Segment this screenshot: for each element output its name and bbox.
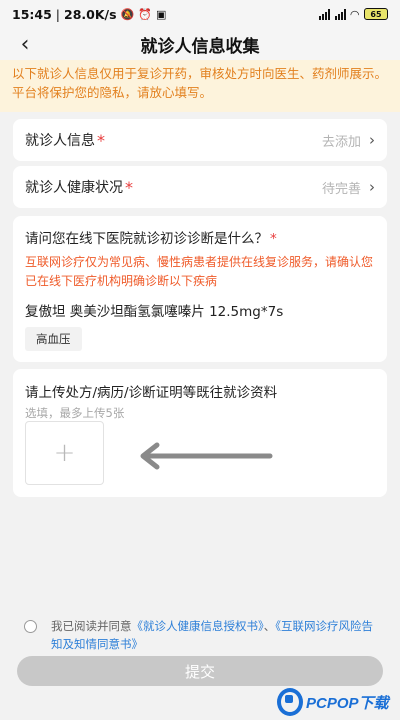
chevron-right-icon: › <box>369 131 375 149</box>
required-mark: * <box>125 177 133 197</box>
health-status-label: 就诊人健康状况 <box>25 180 123 196</box>
alarm-icon: ⏰ <box>138 7 152 21</box>
chevron-right-icon: › <box>369 178 375 196</box>
agreement-prefix: 我已阅读并同意 <box>51 619 132 633</box>
arrow-left-icon <box>140 442 273 470</box>
status-bar: 15:45 | 28.0K/s 🔕 ⏰ ▣ ◠ 65 <box>0 0 400 28</box>
agreement-text: 我已阅读并同意《就诊人健康信息授权书》、《互联网诊疗风险告知及知情同意书》 <box>51 617 384 653</box>
battery-icon: 65 <box>364 8 388 20</box>
diagnosis-question: 请问您在线下医院就诊初诊诊断是什么？ * <box>13 216 387 247</box>
health-status-value: 待完善 <box>321 181 361 197</box>
status-right: ◠ 65 <box>318 7 388 21</box>
privacy-notice: 以下就诊人信息仅用于复诊开药，审核处方时向医生、药剂师展示。平台将保护您的隐私，… <box>0 60 400 112</box>
submit-button[interactable]: 提交 <box>17 656 383 686</box>
patient-info-label: 就诊人信息 <box>25 133 95 149</box>
app-notification-icon: ▣ <box>155 7 167 21</box>
nav-bar: ‹ 就诊人信息收集 <box>0 28 400 60</box>
patient-info-row[interactable]: 就诊人信息 * 去添加 › <box>13 119 387 161</box>
drug-name: 复傲坦 奥美沙坦酯氢氯噻嗪片 12.5mg*7s <box>25 304 284 320</box>
wifi-icon: ◠ <box>350 7 359 21</box>
add-photo-button[interactable]: + <box>25 421 104 485</box>
upload-hint: 选填，最多上传5张 <box>25 406 125 420</box>
agreement-separator: 、 <box>263 619 276 633</box>
agree-checkbox[interactable] <box>24 620 37 633</box>
mute-icon: 🔕 <box>120 7 135 21</box>
patient-info-value: 去添加 <box>321 134 361 150</box>
required-mark: * <box>97 130 105 150</box>
signal-icon-2 <box>334 8 346 20</box>
status-divider: | <box>55 6 61 22</box>
back-icon[interactable]: ‹ <box>14 30 36 58</box>
watermark-text: PCPOP下载 <box>306 694 389 712</box>
upload-card: 请上传处方/病历/诊断证明等既往就诊资料 选填，最多上传5张 + <box>13 369 387 497</box>
diagnosis-card: 请问您在线下医院就诊初诊诊断是什么？ * 互联网诊疗仅为常见病、慢性病患者提供在线… <box>13 216 387 362</box>
status-time: 15:45 <box>12 6 52 22</box>
upload-title: 请上传处方/病历/诊断证明等既往就诊资料 <box>25 385 278 401</box>
agreement-row: 我已阅读并同意《就诊人健康信息授权书》、《互联网诊疗风险告知及知情同意书》 <box>24 617 384 653</box>
page-title: 就诊人信息收集 <box>140 36 260 57</box>
watermark: PCPOP下载 <box>277 684 400 720</box>
diagnosis-tag[interactable]: 高血压 <box>25 327 82 351</box>
status-left: 15:45 | 28.0K/s 🔕 ⏰ ▣ <box>12 7 166 22</box>
watermark-logo-icon <box>277 688 303 716</box>
diagnosis-question-text: 请问您在线下医院就诊初诊诊断是什么？ <box>25 231 268 247</box>
signal-icon <box>318 8 330 20</box>
required-mark: * <box>270 231 277 247</box>
network-speed: 28.0K/s <box>64 6 117 22</box>
health-authorization-link[interactable]: 《就诊人健康信息授权书》 <box>132 619 264 633</box>
health-status-row[interactable]: 就诊人健康状况 * 待完善 › <box>13 166 387 208</box>
diagnosis-note: 互联网诊疗仅为常见病、慢性病患者提供在线复诊服务，请确认您已在线下医疗机构明确诊… <box>25 255 374 288</box>
